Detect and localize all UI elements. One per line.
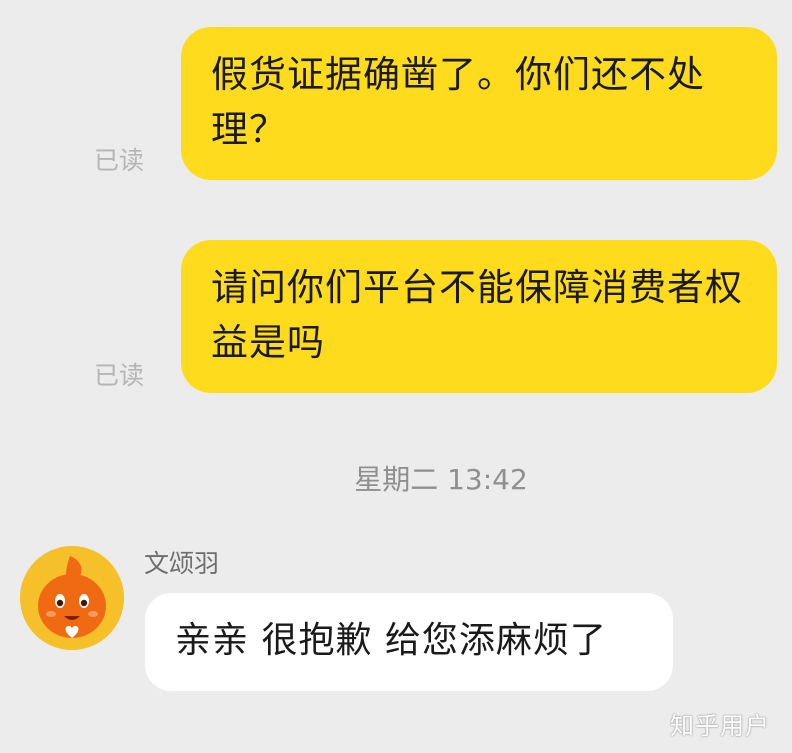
incoming-message-bubble[interactable]: 亲亲 很抱歉 给您添麻烦了 <box>145 593 673 691</box>
avatar[interactable] <box>20 546 124 650</box>
orange-mascot-avatar-icon <box>20 546 124 650</box>
sender-name: 文颂羽 <box>144 549 220 578</box>
message-text: 亲亲 很抱歉 给您添麻烦了 <box>175 620 607 661</box>
message-text: 请问你们平台不能保障消费者权益是吗 <box>211 266 743 364</box>
watermark: 知乎用户 <box>670 712 770 740</box>
message-text: 假货证据确凿了。你们还不处理？ <box>211 53 705 151</box>
outgoing-message-bubble[interactable]: 假货证据确凿了。你们还不处理？ <box>181 27 777 180</box>
read-status: 已读 <box>94 361 145 390</box>
read-status: 已读 <box>94 146 145 175</box>
chat-timestamp: 星期二 13:42 <box>354 463 528 496</box>
outgoing-message-bubble[interactable]: 请问你们平台不能保障消费者权益是吗 <box>181 240 777 393</box>
